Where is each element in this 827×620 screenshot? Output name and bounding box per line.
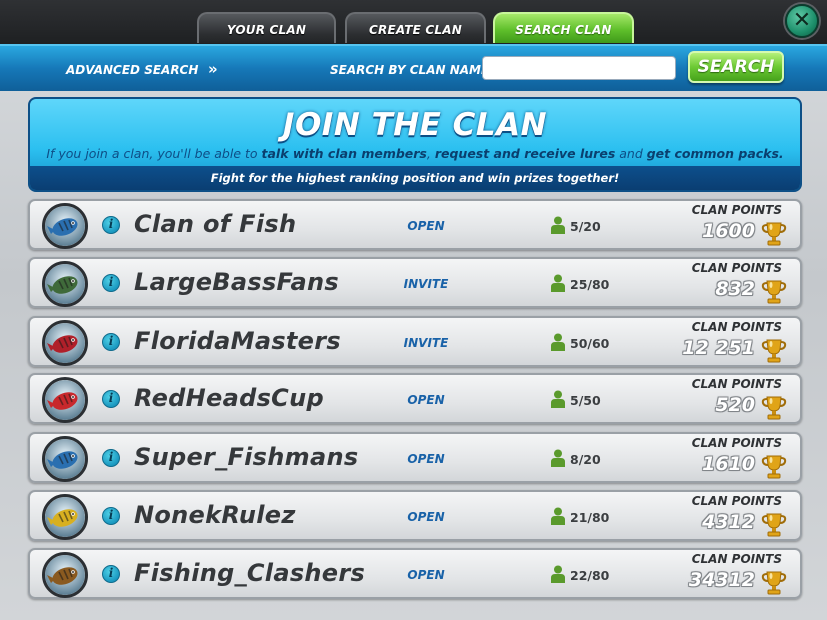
- member-icon: [551, 333, 565, 351]
- member-icon: [551, 216, 565, 234]
- clan-row[interactable]: i RedHeadsCup OPEN 5/50 CLAN POINTS 520: [28, 373, 802, 424]
- clan-name: Fishing_Clashers: [134, 559, 366, 587]
- trophy-icon: [761, 396, 787, 420]
- banner-text-part: If you join a clan, you'll be able to: [46, 146, 262, 161]
- banner-footer: Fight for the highest ranking position a…: [30, 166, 800, 190]
- join-clan-banner: JOIN THE CLAN If you join a clan, you'll…: [28, 97, 802, 192]
- clan-avatar-red-fish: [42, 320, 88, 366]
- clan-points-value: 832: [715, 278, 755, 300]
- info-icon[interactable]: i: [102, 274, 120, 292]
- clan-points-value: 1600: [702, 220, 755, 242]
- info-icon[interactable]: i: [102, 216, 120, 234]
- clan-points-value: 4312: [702, 511, 755, 533]
- banner-bold-part: talk with clan members: [261, 146, 427, 161]
- info-icon[interactable]: i: [102, 333, 120, 351]
- clan-points-label: CLAN POINTS: [691, 494, 782, 508]
- member-icon: [551, 274, 565, 292]
- clan-avatar-striped-fish: [42, 436, 88, 482]
- clan-status: INVITE: [403, 277, 449, 291]
- banner-bold-part: request and receive lures: [434, 146, 616, 161]
- clan-name: LargeBassFans: [134, 268, 339, 296]
- clan-avatar-redhead-fish: [42, 377, 88, 423]
- clan-name-search-input[interactable]: [482, 56, 676, 80]
- trophy-icon: [761, 455, 787, 479]
- clan-name: RedHeadsCup: [134, 384, 324, 412]
- clan-avatar-golden-fish: [42, 494, 88, 540]
- info-icon[interactable]: i: [102, 449, 120, 467]
- banner-description: If you join a clan, you'll be able to ta…: [30, 146, 800, 161]
- clan-row[interactable]: i Clan of Fish OPEN 5/20 CLAN POINTS 1600: [28, 199, 802, 250]
- clan-status: OPEN: [407, 510, 445, 524]
- member-icon: [551, 507, 565, 525]
- member-icon: [551, 390, 565, 408]
- member-count: 8/20: [570, 452, 601, 467]
- top-tab-bar: YOUR CLAN CREATE CLAN SEARCH CLAN ✕: [0, 0, 827, 44]
- member-count: 25/80: [570, 277, 610, 292]
- tab-your-clan[interactable]: YOUR CLAN: [197, 12, 336, 43]
- clan-row[interactable]: i FloridaMasters INVITE 50/60 CLAN POINTS 12 …: [28, 316, 802, 367]
- clan-name: NonekRulez: [134, 501, 296, 529]
- info-icon[interactable]: i: [102, 390, 120, 408]
- search-button[interactable]: SEARCH: [688, 51, 784, 83]
- member-count: 21/80: [570, 510, 610, 525]
- info-icon[interactable]: i: [102, 507, 120, 525]
- clan-row[interactable]: i Super_Fishmans OPEN 8/20 CLAN POINTS 1610: [28, 432, 802, 483]
- member-icon: [551, 449, 565, 467]
- clan-name: Super_Fishmans: [134, 443, 359, 471]
- trophy-icon: [761, 222, 787, 246]
- clan-points-value: 12 251: [682, 337, 755, 359]
- member-count: 22/80: [570, 568, 610, 583]
- clan-points-value: 520: [715, 394, 755, 416]
- info-icon[interactable]: i: [102, 565, 120, 583]
- member-count: 5/50: [570, 393, 601, 408]
- tab-search-clan[interactable]: SEARCH CLAN: [493, 12, 634, 43]
- clan-name: Clan of Fish: [134, 210, 297, 238]
- trophy-icon: [761, 513, 787, 537]
- clan-points-label: CLAN POINTS: [691, 320, 782, 334]
- clan-status: OPEN: [407, 219, 445, 233]
- clan-row[interactable]: i NonekRulez OPEN 21/80 CLAN POINTS 4312: [28, 490, 802, 541]
- member-count: 5/20: [570, 219, 601, 234]
- clan-points-label: CLAN POINTS: [691, 261, 782, 275]
- close-icon[interactable]: ✕: [785, 4, 819, 38]
- clan-points-label: CLAN POINTS: [691, 552, 782, 566]
- double-chevron-right-icon[interactable]: »: [208, 60, 218, 78]
- clan-name: FloridaMasters: [134, 327, 341, 355]
- clan-row[interactable]: i LargeBassFans INVITE 25/80 CLAN POINTS 832: [28, 257, 802, 308]
- clan-avatar-striped-fish: [42, 203, 88, 249]
- clan-row[interactable]: i Fishing_Clashers OPEN 22/80 CLAN POINTS 343…: [28, 548, 802, 599]
- banner-text-part: ,: [426, 146, 435, 161]
- member-icon: [551, 565, 565, 583]
- clan-avatar-pike-fish: [42, 261, 88, 307]
- tab-create-clan[interactable]: CREATE CLAN: [345, 12, 486, 43]
- clan-avatar-bass-fish: [42, 552, 88, 598]
- clan-status: OPEN: [407, 452, 445, 466]
- clan-status: OPEN: [407, 393, 445, 407]
- banner-title: JOIN THE CLAN: [282, 107, 548, 143]
- clan-points-value: 34312: [688, 569, 755, 591]
- banner-bold-part: get common packs.: [646, 146, 784, 161]
- search-bar: ADVANCED SEARCH » SEARCH BY CLAN NAME: S…: [0, 44, 827, 91]
- trophy-icon: [761, 280, 787, 304]
- clan-status: OPEN: [407, 568, 445, 582]
- trophy-icon: [761, 571, 787, 595]
- search-by-name-label: SEARCH BY CLAN NAME:: [330, 63, 494, 77]
- member-count: 50/60: [570, 336, 610, 351]
- advanced-search-link[interactable]: ADVANCED SEARCH: [66, 63, 198, 77]
- clan-points-value: 1610: [702, 453, 755, 475]
- trophy-icon: [761, 339, 787, 363]
- banner-text-part: and: [615, 146, 647, 161]
- clan-points-label: CLAN POINTS: [691, 203, 782, 217]
- clan-status: INVITE: [403, 336, 449, 350]
- clan-points-label: CLAN POINTS: [691, 436, 782, 450]
- clan-points-label: CLAN POINTS: [691, 377, 782, 391]
